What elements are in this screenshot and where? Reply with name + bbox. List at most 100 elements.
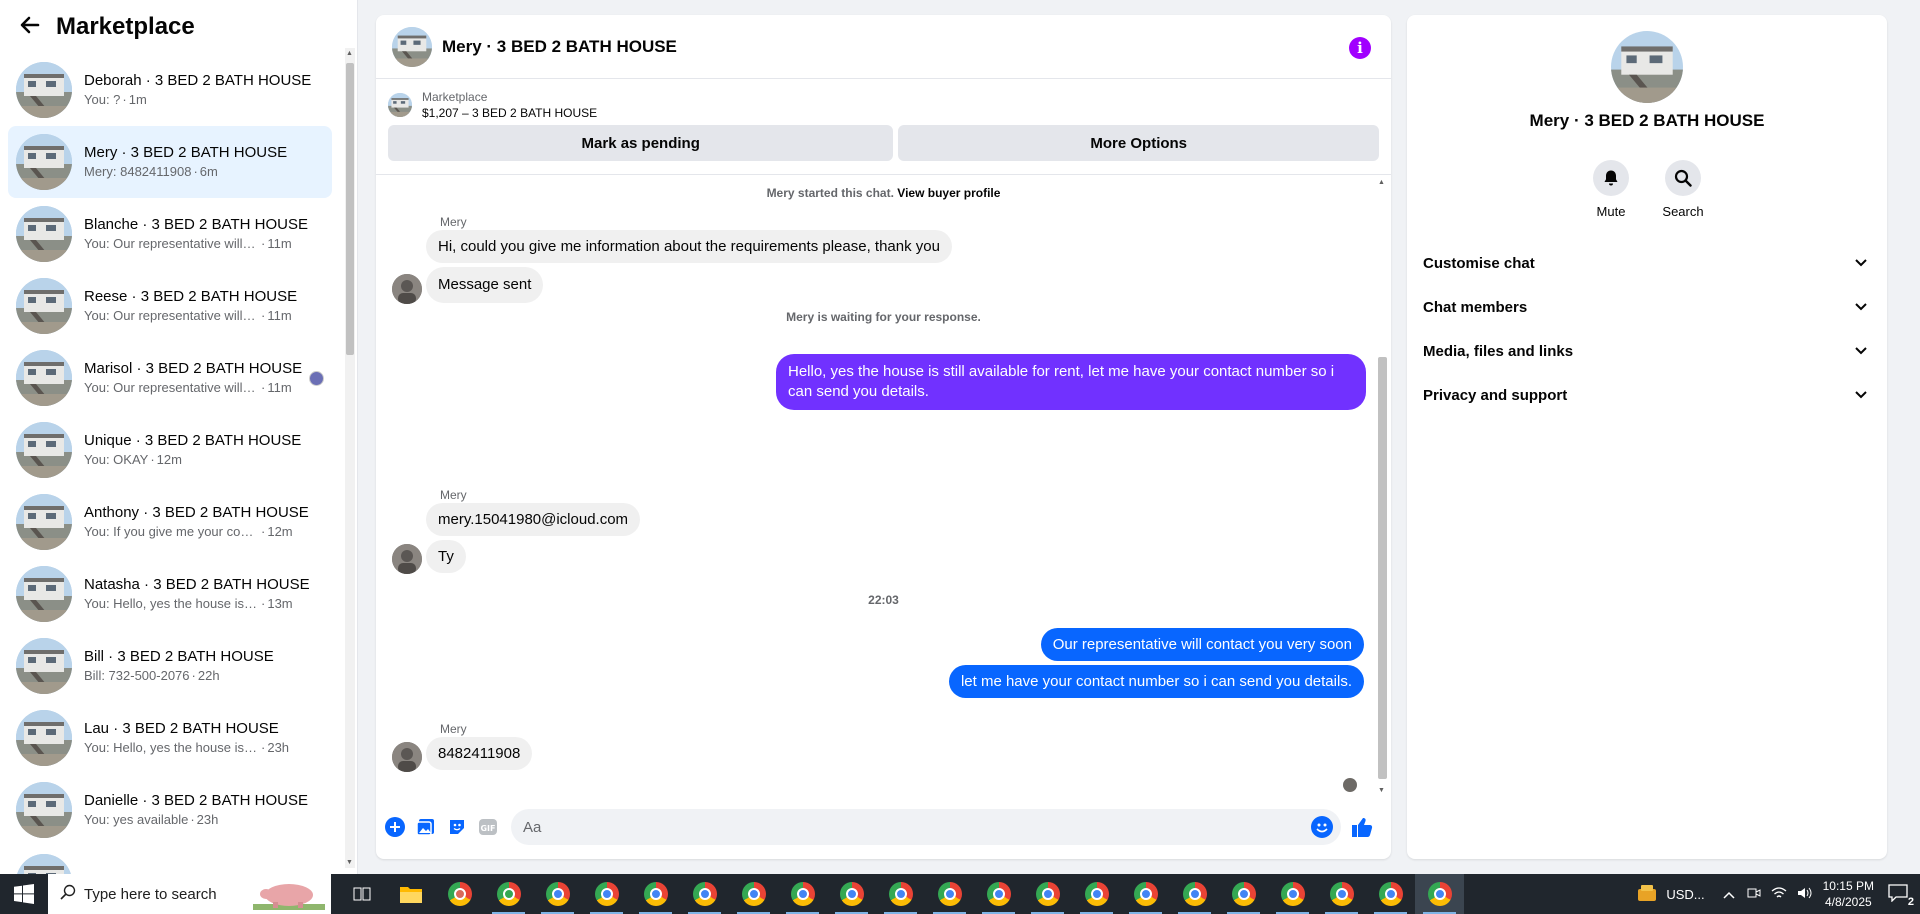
conversation-item[interactable]: Reese · 3 BED 2 BATH HOUSE You: Our repre… xyxy=(8,270,332,342)
message-input[interactable] xyxy=(511,809,1291,845)
outgoing-message[interactable]: Our representative will contact you very… xyxy=(1040,628,1364,661)
details-section-label: Media, files and links xyxy=(1423,342,1574,360)
photo-icon[interactable] xyxy=(415,816,437,838)
listing-price-title[interactable]: $1,207 – 3 BED 2 BATH HOUSE xyxy=(422,105,597,121)
sender-avatar[interactable] xyxy=(392,544,422,574)
app-icon[interactable] xyxy=(435,874,484,914)
sidebar-scrollbar[interactable]: ▲ ▼ xyxy=(345,48,355,868)
conversation-item[interactable]: Deborah · 3 BED 2 BATH HOUSE You: ? · 1m xyxy=(8,54,332,126)
conversation-item[interactable]: Mery · 3 BED 2 BATH HOUSE Mery: 848241190… xyxy=(8,126,332,198)
conversation-snippet: You: If you give me your contact ...·12m xyxy=(84,523,309,541)
details-section[interactable]: Chat members xyxy=(1423,285,1871,329)
details-section[interactable]: Customise chat xyxy=(1423,241,1871,285)
conversation-item[interactable]: Blanche · 3 BED 2 BATH HOUSE You: Our rep… xyxy=(8,198,332,270)
info-icon[interactable]: i xyxy=(1349,37,1371,59)
file-explorer-icon[interactable] xyxy=(386,874,435,914)
search-button[interactable]: Search xyxy=(1662,160,1704,219)
chat-avatar[interactable] xyxy=(392,26,432,67)
scroll-down-arrow-icon[interactable]: ▼ xyxy=(1378,787,1385,794)
scroll-down-arrow-icon[interactable]: ▼ xyxy=(346,859,353,866)
view-buyer-profile-link[interactable]: View buyer profile xyxy=(897,186,1000,200)
notification-icon[interactable]: 2 xyxy=(1888,883,1914,908)
scrollbar-thumb[interactable] xyxy=(1378,357,1387,779)
plus-icon[interactable] xyxy=(384,816,406,838)
conversation-time: 12m xyxy=(267,524,293,539)
windows-start-icon[interactable] xyxy=(0,874,48,914)
chrome-profile-icon[interactable] xyxy=(1170,874,1219,914)
conversation-item[interactable]: Bill · 3 BED 2 BATH HOUSE Bill: 732-500-2… xyxy=(8,630,332,702)
conversation-item[interactable]: Lau · 3 BED 2 BATH HOUSE You: Hello, yes … xyxy=(8,702,332,774)
gif-icon[interactable]: GIF xyxy=(477,816,499,838)
currency-label[interactable]: USD... xyxy=(1666,887,1704,902)
chrome-profile-icon[interactable] xyxy=(1121,874,1170,914)
task-view-icon[interactable] xyxy=(337,874,386,914)
outgoing-message[interactable]: let me have your contact number so i can… xyxy=(948,665,1364,698)
chevron-down-icon[interactable] xyxy=(1851,297,1871,317)
chevron-up-icon[interactable] xyxy=(1723,887,1735,902)
conversation-item[interactable]: Joe · 3 BED 2 BATH HOUSE xyxy=(8,846,332,874)
chrome-profile-icon[interactable] xyxy=(680,874,729,914)
wifi-icon[interactable] xyxy=(1771,886,1787,903)
conversation-name: Anthony · 3 BED 2 BATH HOUSE xyxy=(84,504,309,521)
chrome-profile-icon[interactable] xyxy=(1268,874,1317,914)
bell-icon[interactable] xyxy=(1593,160,1629,196)
details-actions: Mute Search xyxy=(1407,160,1887,219)
sender-avatar[interactable] xyxy=(392,742,422,772)
chrome-profile-icon[interactable] xyxy=(729,874,778,914)
back-arrow-icon[interactable] xyxy=(18,13,56,41)
chrome-profile-icon[interactable] xyxy=(876,874,925,914)
chrome-icon[interactable] xyxy=(484,874,533,914)
mark-as-pending-button[interactable]: Mark as pending xyxy=(388,125,894,161)
meet-now-icon[interactable] xyxy=(1747,886,1761,903)
search-icon[interactable] xyxy=(1665,160,1701,196)
separator-dot: · xyxy=(261,524,266,539)
chrome-profile-icon[interactable] xyxy=(582,874,631,914)
chrome-profile-icon[interactable] xyxy=(778,874,827,914)
chat-scrollbar[interactable]: ▲ ▼ xyxy=(1376,177,1388,794)
chrome-profile-icon[interactable] xyxy=(631,874,680,914)
listing-row[interactable]: Marketplace $1,207 – 3 BED 2 BATH HOUSE xyxy=(388,89,1379,121)
conversation-item[interactable]: Anthony · 3 BED 2 BATH HOUSE You: If you … xyxy=(8,486,332,558)
chat-title[interactable]: Mery · 3 BED 2 BATH HOUSE xyxy=(442,37,677,57)
incoming-message[interactable]: Hi, could you give me information about … xyxy=(426,230,952,263)
chrome-profile-icon[interactable] xyxy=(1023,874,1072,914)
sender-avatar[interactable] xyxy=(392,274,422,304)
chrome-profile-icon[interactable] xyxy=(925,874,974,914)
chrome-profile-icon[interactable] xyxy=(533,874,582,914)
mute-button[interactable]: Mute xyxy=(1593,160,1629,219)
currency-widget-icon[interactable] xyxy=(1636,883,1658,906)
chevron-down-icon[interactable] xyxy=(1851,253,1871,273)
chrome-profile-icon[interactable] xyxy=(1219,874,1268,914)
chrome-profile-icon[interactable] xyxy=(974,874,1023,914)
chrome-profile-icon[interactable] xyxy=(827,874,876,914)
thumbs-up-icon[interactable] xyxy=(1351,816,1373,838)
details-avatar[interactable] xyxy=(1611,31,1683,103)
incoming-message[interactable]: Ty xyxy=(426,540,466,573)
taskbar-search[interactable]: Type here to search xyxy=(48,874,331,914)
conversation-item[interactable]: Natasha · 3 BED 2 BATH HOUSE You: Hello, … xyxy=(8,558,332,630)
sticker-icon[interactable] xyxy=(446,816,468,838)
details-section[interactable]: Privacy and support xyxy=(1423,373,1871,417)
taskbar-clock[interactable]: 10:15 PM 4/8/2025 xyxy=(1823,878,1874,910)
conversation-item[interactable]: Marisol · 3 BED 2 BATH HOUSE You: Our rep… xyxy=(8,342,332,414)
details-section[interactable]: Media, files and links xyxy=(1423,329,1871,373)
scroll-up-arrow-icon[interactable]: ▲ xyxy=(1378,179,1385,186)
conversation-item[interactable]: Danielle · 3 BED 2 BATH HOUSE You: yes av… xyxy=(8,774,332,846)
scroll-up-arrow-icon[interactable]: ▲ xyxy=(346,50,353,57)
chevron-down-icon[interactable] xyxy=(1851,341,1871,361)
incoming-message[interactable]: 8482411908 xyxy=(426,737,533,770)
more-options-button[interactable]: More Options xyxy=(898,125,1379,161)
listing-thumbnail[interactable] xyxy=(388,93,412,117)
conversation-item[interactable]: Unique · 3 BED 2 BATH HOUSE You: OKAY · 12m xyxy=(8,414,332,486)
chevron-down-icon[interactable] xyxy=(1851,385,1871,405)
volume-icon[interactable] xyxy=(1797,886,1813,903)
chrome-profile-icon[interactable] xyxy=(1366,874,1415,914)
emoji-icon[interactable] xyxy=(1311,816,1333,838)
chrome-profile-icon[interactable] xyxy=(1317,874,1366,914)
incoming-message[interactable]: Message sent xyxy=(426,267,544,303)
chrome-profile-icon[interactable] xyxy=(1072,874,1121,914)
incoming-message[interactable]: mery.15041980@icloud.com xyxy=(426,503,641,536)
scrollbar-thumb[interactable] xyxy=(346,63,354,355)
chrome-profile-icon[interactable] xyxy=(1415,874,1464,914)
outgoing-message[interactable]: Hello, yes the house is still available … xyxy=(776,354,1366,410)
